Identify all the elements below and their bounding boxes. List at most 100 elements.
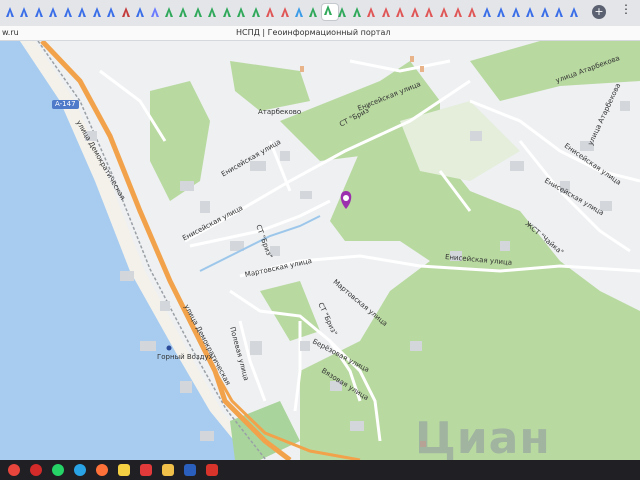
tab[interactable] [293,6,305,18]
favicon-icon [122,7,130,17]
favicon-icon [237,7,245,17]
favicon-icon [49,7,57,17]
tab[interactable] [177,6,189,18]
tab[interactable] [336,6,348,18]
tab[interactable] [539,6,551,18]
favicon-icon [338,7,346,17]
chrome-icon[interactable] [8,464,20,476]
files-icon[interactable] [162,464,174,476]
tab[interactable] [394,6,406,18]
url-text[interactable]: w.ru [2,28,19,37]
new-tab-button[interactable]: + [592,5,606,19]
station-dot [166,345,172,351]
map-graphics [0,41,640,460]
favicon-icon [454,7,462,17]
favicon-icon [468,7,476,17]
tab[interactable] [438,6,450,18]
route-shield: A-147 [52,100,79,109]
app-icon[interactable] [206,464,218,476]
favicon-icon [20,7,28,17]
favicon-icon [266,7,274,17]
tab[interactable] [91,6,103,18]
tab[interactable] [524,6,536,18]
favicon-icon [382,7,390,17]
tab[interactable] [18,6,30,18]
tab[interactable] [481,6,493,18]
favicon-icon [512,7,520,17]
tab[interactable] [510,6,522,18]
cian-watermark: Циан [415,413,551,460]
favicon-icon [151,7,159,17]
tab[interactable] [4,6,16,18]
tab[interactable] [47,6,59,18]
tab[interactable] [553,6,565,18]
favicon-icon [396,7,404,17]
tab[interactable] [351,6,363,18]
favicon-icon [295,7,303,17]
opera-icon[interactable] [30,464,42,476]
tab[interactable] [105,6,117,18]
tab[interactable] [409,6,421,18]
favicon-icon [425,7,433,17]
tab[interactable] [163,6,175,18]
station-label-line1: Горный Воздух [157,353,213,361]
tab[interactable] [120,6,132,18]
browser-menu-button[interactable]: ⋮ [618,2,634,22]
favicon-icon [194,7,202,17]
yandex-browser-icon[interactable] [140,464,152,476]
favicon-icon [353,7,361,17]
tab[interactable] [279,6,291,18]
tab[interactable] [33,6,45,18]
tab[interactable] [192,6,204,18]
tab[interactable] [264,6,276,18]
word-icon[interactable] [184,464,196,476]
favicon-icon [440,7,448,17]
favicon-icon [324,5,332,15]
os-taskbar [0,460,640,480]
tab[interactable] [365,6,377,18]
tab[interactable] [495,6,507,18]
whatsapp-icon[interactable] [52,464,64,476]
favicon-icon [309,7,317,17]
browser-tab-strip: + ⋮ [0,0,640,27]
tab[interactable] [568,6,580,18]
favicon-icon [165,7,173,17]
address-bar[interactable]: w.ru НСПД | Геоинформационный портал [0,26,640,41]
tab[interactable] [452,6,464,18]
page-title: НСПД | Геоинформационный портал [236,28,391,37]
tab[interactable] [307,6,319,18]
tab[interactable] [423,6,435,18]
favicon-icon [64,7,72,17]
favicon-icon [78,7,86,17]
telegram-icon[interactable] [74,464,86,476]
tab[interactable] [149,6,161,18]
firefox-icon[interactable] [96,464,108,476]
yandex-icon[interactable] [118,464,130,476]
forest-n2 [230,61,310,111]
favicon-icon [570,7,578,17]
favicon-icon [411,7,419,17]
tab[interactable] [76,6,88,18]
favicon-icon [483,7,491,17]
favicon-icon [35,7,43,17]
map-canvas[interactable]: A-147 улица Демократическая улица Демокр… [0,41,640,460]
favicon-icon [107,7,115,17]
favicon-icon [223,7,231,17]
tab[interactable] [134,6,146,18]
tab[interactable] [221,6,233,18]
favicon-icon [555,7,563,17]
favicon-icon [541,7,549,17]
tab[interactable] [235,6,247,18]
tab[interactable] [206,6,218,18]
tab[interactable] [466,6,478,18]
favicon-icon [93,7,101,17]
tab[interactable] [380,6,392,18]
favicon-icon [526,7,534,17]
place-label-atarbekovo: Атарбеково [258,108,302,116]
favicon-icon [252,7,260,17]
favicon-icon [136,7,144,17]
tab[interactable] [62,6,74,18]
favicon-icon [281,7,289,17]
favicon-icon [497,7,505,17]
tab[interactable] [250,6,262,18]
